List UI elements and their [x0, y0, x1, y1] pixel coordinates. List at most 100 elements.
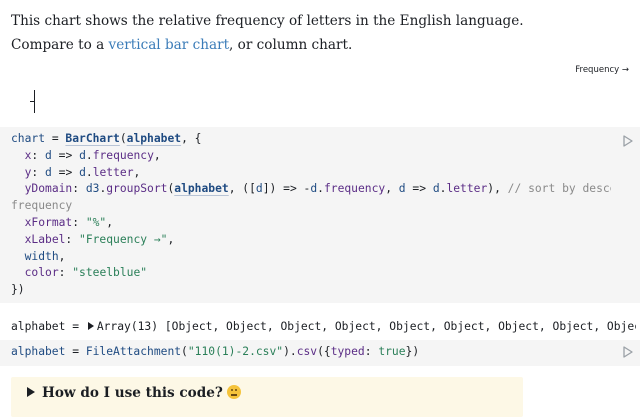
x-axis-label: Frequency → — [575, 65, 629, 75]
how-to-use-details[interactable]: How do I use this code? — [11, 377, 523, 417]
code-token: ({ — [317, 345, 331, 358]
code-token: ]) => - — [262, 182, 311, 196]
how-to-use-summary[interactable]: How do I use this code? — [27, 385, 241, 401]
how-to-use-label: How do I use this code? — [42, 385, 223, 401]
code-token: // sort by descending — [507, 182, 611, 196]
code-token: FileAttachment — [85, 345, 182, 358]
vertical-bar-chart-link[interactable]: vertical bar chart — [109, 37, 229, 53]
code-line[interactable]: frequency — [11, 198, 611, 215]
code-token: = — [65, 345, 86, 358]
code-line[interactable]: width, — [11, 249, 611, 266]
code-token: d — [79, 165, 86, 179]
code-token: => — [51, 165, 80, 179]
intro-paragraph: This chart shows the relative frequency … — [11, 9, 531, 57]
code-token: : — [31, 148, 46, 162]
code-token: color — [24, 266, 59, 280]
code-line[interactable]: y: d => d.letter, — [11, 165, 611, 182]
chart-y-axis — [30, 90, 38, 114]
code-token: d3 — [85, 182, 100, 196]
output-equals: = — [65, 320, 86, 333]
code-token: : — [65, 232, 80, 246]
code-token: "Frequency →" — [79, 232, 168, 246]
code-token: , — [58, 249, 66, 263]
code-token: alphabet — [174, 182, 229, 196]
code-token: "steelblue" — [72, 266, 148, 280]
code-token: true — [378, 345, 406, 358]
code-cell-chart[interactable]: chart = BarChart(alphabet, { x: d => d.f… — [0, 127, 640, 303]
code-token: : — [72, 182, 86, 196]
code-token: csv — [296, 345, 318, 358]
code-token: chart — [11, 132, 46, 145]
code-token: d — [45, 148, 52, 162]
thinking-face-icon — [226, 385, 241, 399]
code-token: frequency — [323, 182, 386, 196]
code-token: ( — [119, 132, 127, 145]
code-token: , — [167, 232, 175, 246]
disclosure-triangle-icon[interactable] — [27, 387, 35, 397]
code-token: ( — [181, 345, 188, 358]
code-token: alphabet — [11, 345, 66, 358]
code-token: frequency — [11, 199, 73, 213]
code-editor[interactable]: chart = BarChart(alphabet, { x: d => d.f… — [0, 127, 611, 299]
output-array-summary[interactable]: Array(13) [Object, Object, Object, Objec… — [97, 320, 636, 333]
code-token: . — [85, 148, 93, 162]
code-token: : — [72, 215, 86, 229]
code-line[interactable]: xFormat: "%", — [11, 215, 611, 232]
code-token: = — [45, 132, 66, 145]
code-token: alphabet — [126, 132, 182, 145]
code-token: typed — [330, 345, 365, 358]
code-token: . — [85, 165, 93, 179]
code-token: , — [385, 182, 399, 196]
code-token: , — [106, 215, 114, 229]
code-line[interactable]: x: d => d.frequency, — [11, 148, 611, 165]
code-token: , — [133, 165, 141, 179]
code-token: groupSort — [106, 182, 168, 196]
cell-output: alphabet = Array(13) [Object, Object, Ob… — [11, 320, 636, 333]
code-cell-data[interactable]: alphabet = FileAttachment("110(1)-2.csv"… — [0, 340, 640, 366]
code-token: letter — [92, 165, 134, 179]
code-editor[interactable]: alphabet = FileAttachment("110(1)-2.csv"… — [0, 340, 611, 361]
code-token: d — [398, 182, 406, 196]
code-token: ). — [283, 345, 297, 358]
code-token: width — [24, 249, 59, 263]
code-token: , { — [181, 132, 202, 145]
code-token: d — [255, 182, 263, 196]
code-line[interactable]: color: "steelblue" — [11, 265, 611, 282]
code-token: : — [364, 345, 379, 358]
code-token: d — [79, 148, 86, 162]
code-line[interactable]: }) — [11, 282, 611, 299]
code-token: : — [58, 266, 73, 280]
code-line[interactable]: alphabet = FileAttachment("110(1)-2.csv"… — [11, 344, 611, 361]
code-token: => — [51, 148, 80, 162]
y-axis-tick — [30, 101, 35, 102]
play-icon[interactable] — [623, 346, 633, 358]
code-token: }) — [11, 283, 25, 297]
play-icon[interactable] — [623, 135, 633, 147]
code-token: ), — [487, 182, 508, 196]
intro-text-after: , or column chart. — [229, 37, 353, 53]
code-token: d — [45, 165, 52, 179]
code-token: : — [31, 165, 46, 179]
code-token: }) — [405, 345, 420, 358]
expand-triangle-icon[interactable] — [87, 322, 94, 330]
code-token: xFormat — [24, 215, 73, 229]
code-token: d — [432, 182, 440, 196]
code-token: . — [317, 182, 324, 196]
output-variable-name: alphabet — [11, 320, 66, 333]
code-token: frequency — [92, 148, 154, 162]
code-token: "%" — [85, 215, 107, 229]
code-line[interactable]: xLabel: "Frequency →", — [11, 232, 611, 249]
code-token: , — [153, 148, 161, 162]
code-token: => — [405, 182, 433, 196]
code-line[interactable]: chart = BarChart(alphabet, { — [11, 131, 611, 148]
code-token: letter — [446, 182, 488, 196]
code-token: xLabel — [24, 232, 66, 246]
code-token: , ([ — [228, 182, 256, 196]
code-line[interactable]: yDomain: d3.groupSort(alphabet, ([d]) =>… — [11, 181, 611, 198]
